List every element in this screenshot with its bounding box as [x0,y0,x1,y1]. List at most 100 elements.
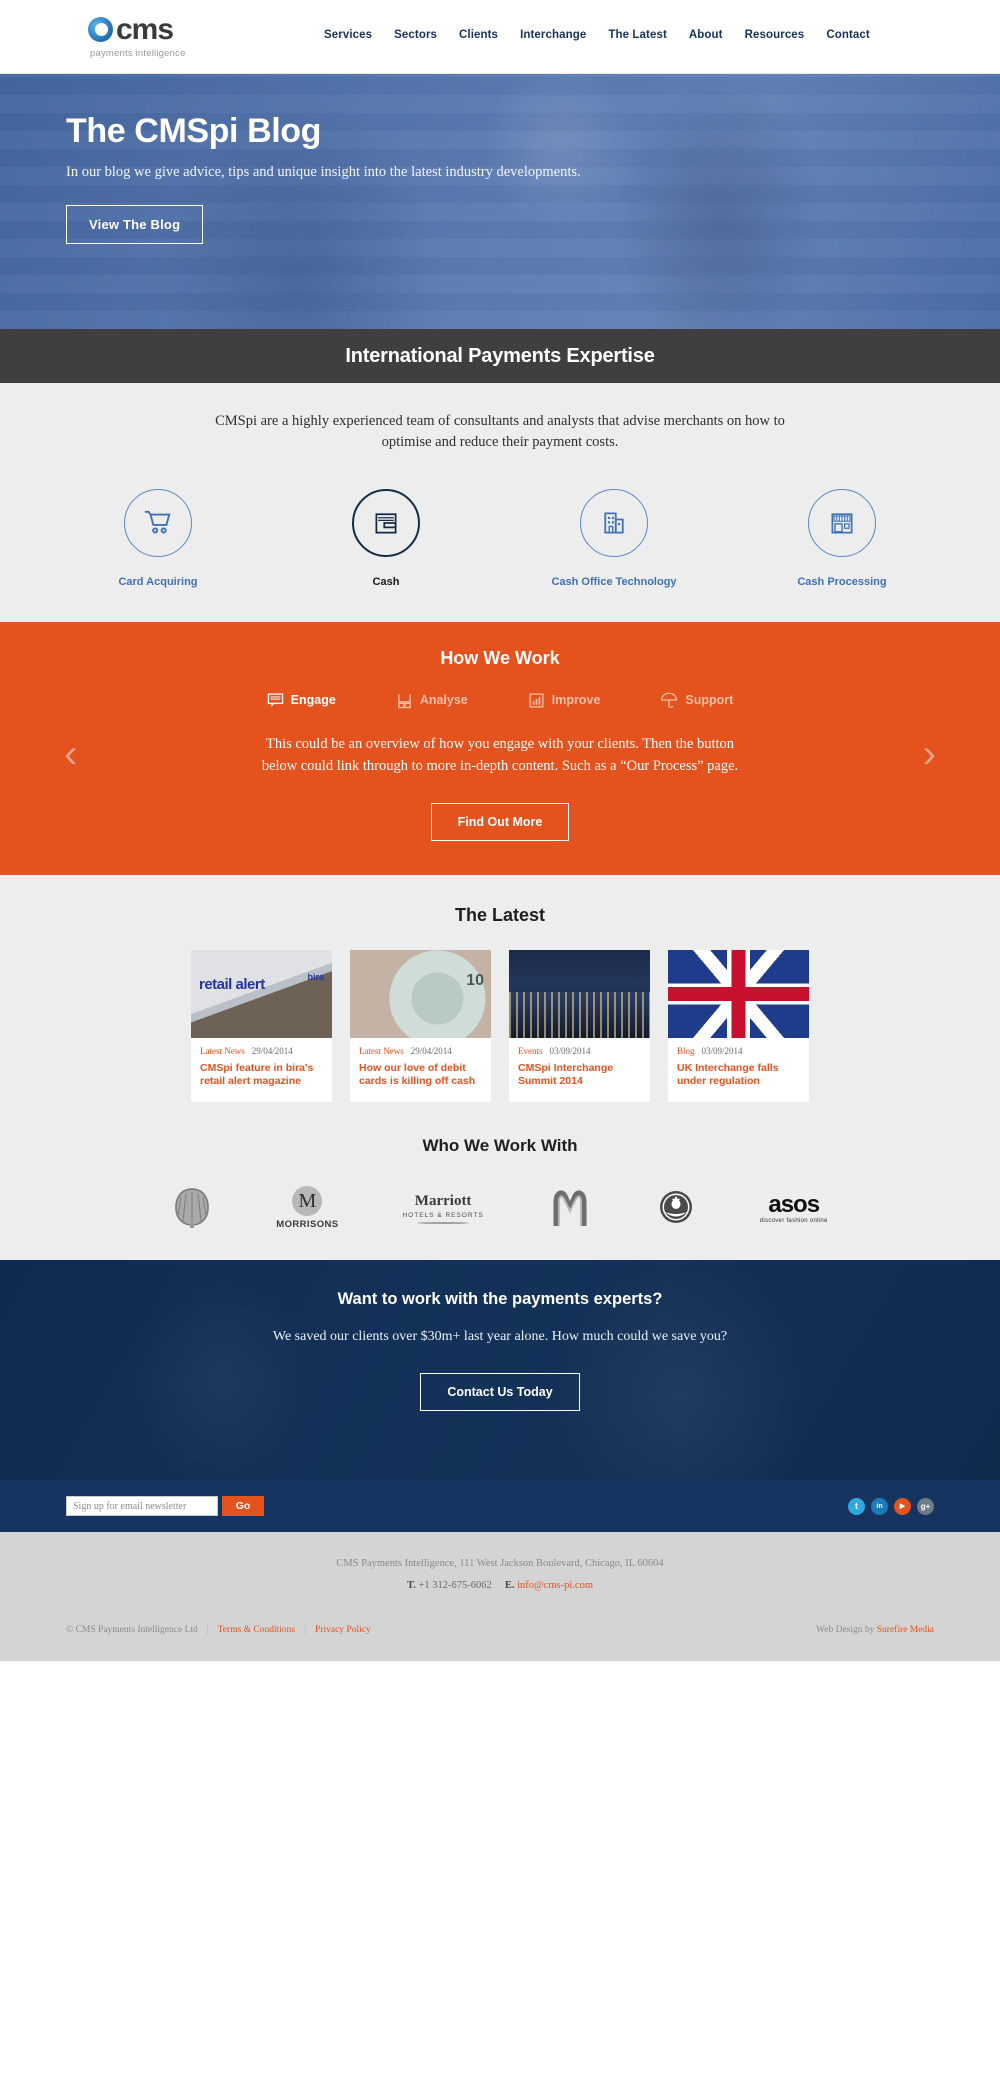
page-root: cms payments intelligence Services Secto… [0,0,1000,1661]
news-card[interactable]: Latest News 29/04/2014 CMSpi feature in … [191,950,332,1102]
news-card-date: 03/09/2014 [701,1046,743,1056]
nav-item-services[interactable]: Services [324,29,372,41]
footer-credit: Web Design by Surefire Media [816,1625,934,1635]
nav-item-interchange[interactable]: Interchange [520,29,586,41]
how-we-work-title: How We Work [440,648,560,668]
footer-separator: | [206,1625,209,1635]
service-label: Cash Processing [797,576,887,588]
client-logo-shell [172,1182,212,1234]
twitter-icon[interactable]: t [848,1497,865,1515]
hero-subtitle: In our blog we give advice, tips and uni… [66,164,581,180]
footer-phone: +1 312-675-6062 [418,1580,492,1591]
umbrella-icon [661,692,678,709]
footer-email-label: E. [504,1580,515,1591]
wallet-icon [375,513,397,534]
nav-item-resources[interactable]: Resources [745,29,805,41]
cms-circle-logo-icon [88,17,113,42]
news-card-image [509,950,650,1038]
expertise-section: CMSpi are a highly experienced team of c… [0,383,1000,622]
storefront-icon [831,513,853,534]
step-improve[interactable]: Improve [528,691,601,709]
clients-title: Who We Work With [422,1136,578,1155]
service-item-cash[interactable]: Cash [311,489,461,588]
client-logo-marriott: Marriott HOTELS & RESORTS [402,1182,483,1234]
service-label: Cash [372,576,400,588]
news-card-category: Events [518,1046,543,1056]
news-card-meta: Events 03/09/2014 [518,1046,641,1056]
news-card[interactable]: Blog 03/09/2014 UK Interchange falls und… [668,950,809,1102]
footer-credit-link[interactable]: Surefire Media [877,1625,934,1635]
speech-bubble-icon [267,692,283,707]
contact-us-today-button[interactable]: Contact Us Today [420,1373,580,1411]
news-card-meta: Latest News 29/04/2014 [359,1046,482,1056]
view-the-blog-button[interactable]: View The Blog [66,205,204,244]
carousel-prev-chevron-left-icon[interactable]: ‹ [64,734,77,774]
footer-copyright: © CMS Payments Intelligence Ltd [66,1625,198,1635]
service-item-cash-office-technology[interactable]: Cash Office Technology [539,489,689,588]
service-item-cash-processing[interactable]: Cash Processing [767,489,917,588]
expertise-copy: CMSpi are a highly experienced team of c… [215,413,785,450]
step-label: Improve [551,693,601,707]
youtube-icon[interactable]: ▶ [894,1497,911,1515]
news-card-title[interactable]: CMSpi Interchange Summit 2014 [518,1062,641,1088]
news-card-title[interactable]: How our love of debit cards is killing o… [359,1062,482,1088]
footer-terms-link[interactable]: Terms & Conditions [218,1625,295,1635]
footer-legal-links: © CMS Payments Intelligence Ltd | Terms … [66,1625,371,1635]
client-logo-morrisons: M MORRISONS [276,1182,338,1234]
carousel-next-chevron-right-icon[interactable]: › [923,734,936,774]
news-card-category: Latest News [200,1046,245,1056]
client-logo-label: asos [768,1190,820,1218]
site-footer: CMS Payments Intelligence, 111 West Jack… [0,1532,1000,1661]
main-navigation: Services Sectors Clients Interchange The… [324,29,870,45]
newsletter-strip: Go t in ▶ g+ [0,1480,1000,1532]
news-card-image [350,950,491,1038]
step-analyse[interactable]: Analyse [396,691,468,709]
footer-email-link[interactable]: info@cms-pi.com [517,1580,593,1591]
footer-phone-label: T. [406,1580,416,1591]
marriott-underline [417,1221,470,1224]
expertise-banner-title: International Payments Expertise [345,344,655,367]
service-icon-circle [352,489,420,557]
marriott-logo: Marriott HOTELS & RESORTS [402,1193,483,1224]
news-card-meta: Latest News 29/04/2014 [200,1046,323,1056]
how-we-work-steps: Engage Analyse Improve Support [0,691,1000,709]
cta-subtitle: We saved our clients over $30m+ last yea… [272,1329,728,1344]
news-card-category: Blog [677,1046,695,1056]
news-card-title[interactable]: CMSpi feature in bira's retail alert mag… [200,1062,323,1088]
site-logo[interactable]: cms payments intelligence [88,14,288,59]
step-engage[interactable]: Engage [267,691,336,709]
nav-item-about[interactable]: About [689,29,723,41]
find-out-more-button[interactable]: Find Out More [430,803,570,841]
nav-item-clients[interactable]: Clients [459,29,498,41]
footer-privacy-link[interactable]: Privacy Policy [315,1625,371,1635]
newsletter-form: Go [66,1496,264,1516]
expertise-banner: International Payments Expertise [0,329,1000,383]
client-logo-starbucks [656,1182,696,1234]
client-logo-asos: asos discover fashion online [760,1182,828,1234]
step-support[interactable]: Support [660,691,733,709]
service-icon-circle [808,489,876,557]
nav-item-sectors[interactable]: Sectors [394,29,437,41]
bar-chart-icon [529,692,544,708]
client-logo-label: Marriott [414,1192,472,1209]
google-plus-icon[interactable]: g+ [917,1497,934,1515]
news-card[interactable]: Events 03/09/2014 CMSpi Interchange Summ… [509,950,650,1102]
client-logo-sublabel: discover fashion online [759,1217,828,1224]
newsletter-go-button[interactable]: Go [222,1496,264,1516]
starbucks-logo [659,1191,692,1223]
news-card-title[interactable]: UK Interchange falls under regulation [677,1062,800,1088]
service-item-card-acquiring[interactable]: Card Acquiring [83,489,233,588]
linkedin-icon[interactable]: in [871,1497,888,1515]
news-card-body: Latest News 29/04/2014 CMSpi feature in … [191,1038,332,1102]
newsletter-email-input[interactable] [66,1496,218,1516]
nav-item-the-latest[interactable]: The Latest [608,29,667,41]
service-label: Cash Office Technology [551,576,677,588]
client-logo-mcdonalds [548,1182,592,1234]
logo-tagline: payments intelligence [90,47,186,59]
hero-section: The CMSpi Blog In our blog we give advic… [0,74,1000,329]
nav-item-contact[interactable]: Contact [826,29,870,41]
cta-section: Want to work with the payments experts? … [0,1260,1000,1480]
news-card[interactable]: Latest News 29/04/2014 How our love of d… [350,950,491,1102]
client-logo-list: M MORRISONS Marriott HOTELS & RESORTS as… [0,1182,1000,1234]
service-label: Card Acquiring [118,576,198,588]
